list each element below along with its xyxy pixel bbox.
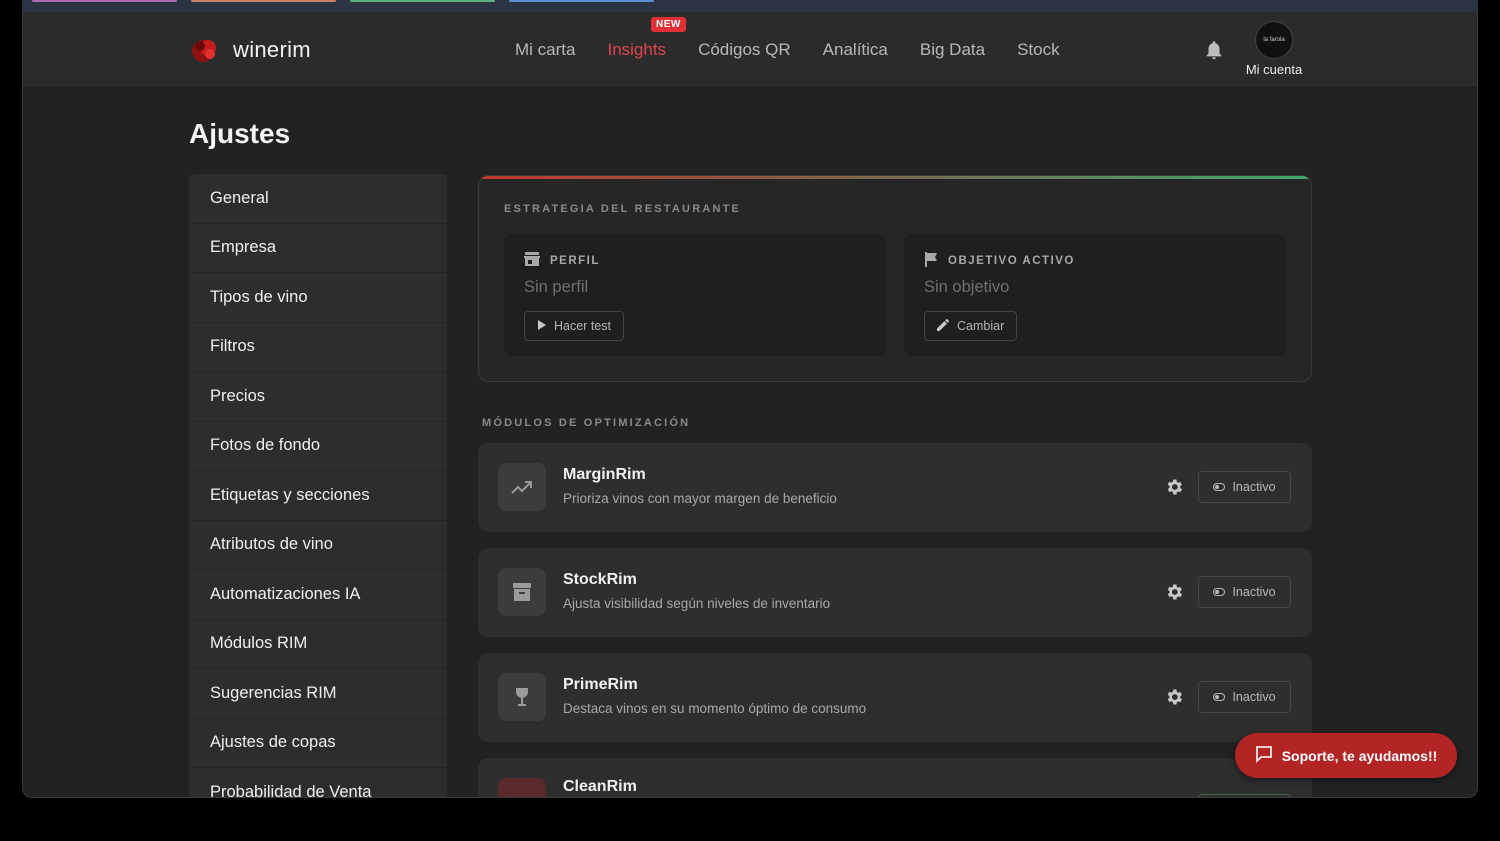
support-label: Soporte, te ayudamos!! <box>1281 747 1438 764</box>
page-title: Ajustes <box>189 118 291 149</box>
sidebar-item-sugerencias-rim[interactable]: Sugerencias RIM <box>189 669 447 719</box>
nav-mi-carta[interactable]: Mi carta <box>515 40 575 60</box>
module-status-toggle[interactable] <box>1198 794 1291 797</box>
objective-value: Sin objetivo <box>924 278 1010 296</box>
brand-name: winerim <box>233 37 311 62</box>
sidebar-item-ajustes-copas[interactable]: Ajustes de copas <box>189 718 447 768</box>
gear-icon[interactable] <box>1164 582 1184 602</box>
gear-icon[interactable] <box>1164 687 1184 707</box>
module-cleanrim: CleanRim <box>478 758 1312 797</box>
toggle-off-icon <box>1213 690 1226 704</box>
nav-big-data[interactable]: Big Data <box>920 40 985 60</box>
settings-sidebar: General Empresa Tipos de vino Filtros Pr… <box>189 174 447 797</box>
module-status-toggle[interactable]: Inactivo <box>1198 471 1291 503</box>
modules-label: MÓDULOS DE OPTIMIZACIÓN <box>482 417 691 429</box>
avatar-logo-text: la farola <box>1263 37 1285 43</box>
main-nav: Mi carta Insights Códigos QR Analítica B… <box>515 40 1060 60</box>
sidebar-item-atributos[interactable]: Atributos de vino <box>189 520 447 570</box>
play-icon <box>537 319 546 333</box>
store-icon <box>524 252 540 269</box>
trending-up-icon <box>498 463 546 511</box>
support-chat-button[interactable]: Soporte, te ayudamos!! <box>1235 733 1457 778</box>
take-test-button[interactable]: Hacer test <box>524 311 624 341</box>
objective-title: OBJETIVO ACTIVO <box>948 255 1075 267</box>
clean-icon <box>498 778 546 797</box>
module-name: CleanRim <box>563 778 637 795</box>
app-window: winerim Mi carta Insights Códigos QR Ana… <box>22 12 1478 798</box>
profile-value: Sin perfil <box>524 278 589 296</box>
module-name: StockRim <box>563 571 637 588</box>
sidebar-item-etiquetas[interactable]: Etiquetas y secciones <box>189 471 447 521</box>
profile-card: PERFIL Sin perfil Hacer test <box>504 234 886 356</box>
nav-stock[interactable]: Stock <box>1017 40 1060 60</box>
sidebar-item-precios[interactable]: Precios <box>189 372 447 422</box>
bell-icon[interactable] <box>1203 39 1225 61</box>
module-description: Ajusta visibilidad según niveles de inve… <box>563 596 831 611</box>
top-navbar: winerim Mi carta Insights Códigos QR Ana… <box>23 12 1477 86</box>
module-status-label: Inactivo <box>1232 480 1276 494</box>
strategy-label: ESTRATEGIA DEL RESTAURANTE <box>504 203 742 215</box>
account-label: Mi cuenta <box>1245 62 1303 77</box>
take-test-label: Hacer test <box>554 319 611 333</box>
sidebar-item-fotos-de-fondo[interactable]: Fotos de fondo <box>189 421 447 471</box>
objective-card: OBJETIVO ACTIVO Sin objetivo Cambiar <box>904 234 1286 356</box>
strategy-panel: ESTRATEGIA DEL RESTAURANTE PERFIL Sin pe… <box>478 175 1312 382</box>
sidebar-item-general[interactable]: General <box>189 174 447 224</box>
module-status-toggle[interactable]: Inactivo <box>1198 576 1291 608</box>
sidebar-item-automatizaciones[interactable]: Automatizaciones IA <box>189 570 447 620</box>
module-marginrim: MarginRim Prioriza vinos con mayor marge… <box>478 443 1312 532</box>
nav-analitica[interactable]: Analítica <box>823 40 888 60</box>
change-objective-button[interactable]: Cambiar <box>924 311 1018 341</box>
module-description: Prioriza vinos con mayor margen de benef… <box>563 491 837 506</box>
toggle-off-icon <box>1213 585 1226 599</box>
wine-glass-icon <box>498 673 546 721</box>
sidebar-item-tipos-de-vino[interactable]: Tipos de vino <box>189 273 447 323</box>
sidebar-item-filtros[interactable]: Filtros <box>189 322 447 372</box>
flag-icon <box>924 252 938 270</box>
sidebar-item-empresa[interactable]: Empresa <box>189 223 447 273</box>
pencil-icon <box>937 318 950 334</box>
module-stockrim: StockRim Ajusta visibilidad según nivele… <box>478 548 1312 637</box>
archive-box-icon <box>498 568 546 616</box>
chat-bubble-icon <box>1255 745 1273 766</box>
module-name: MarginRim <box>563 466 646 483</box>
new-badge: NEW <box>651 17 686 32</box>
account-menu[interactable]: la farola Mi cuenta <box>1241 21 1307 77</box>
sidebar-item-probabilidad-venta[interactable]: Probabilidad de Venta <box>189 768 447 797</box>
nav-codigos-qr[interactable]: Códigos QR <box>698 40 791 60</box>
toggle-off-icon <box>1213 480 1226 494</box>
brand-logo[interactable]: winerim <box>189 34 311 66</box>
profile-title: PERFIL <box>550 254 600 267</box>
module-status-toggle[interactable]: Inactivo <box>1198 681 1291 713</box>
avatar[interactable]: la farola <box>1255 21 1293 59</box>
module-primerim: PrimeRim Destaca vinos en su momento ópt… <box>478 653 1312 742</box>
strategy-gradient-bar <box>479 176 1311 179</box>
module-name: PrimeRim <box>563 676 638 693</box>
module-description: Destaca vinos en su momento óptimo de co… <box>563 701 867 716</box>
change-objective-label: Cambiar <box>957 319 1005 333</box>
module-status-label: Inactivo <box>1232 690 1276 704</box>
gear-icon[interactable] <box>1164 477 1184 497</box>
browser-tab-strip <box>22 0 1478 12</box>
winerim-logo-icon <box>189 34 221 66</box>
sidebar-item-modulos-rim[interactable]: Módulos RIM <box>189 619 447 669</box>
module-status-label: Inactivo <box>1232 585 1276 599</box>
nav-insights[interactable]: Insights <box>607 40 666 60</box>
